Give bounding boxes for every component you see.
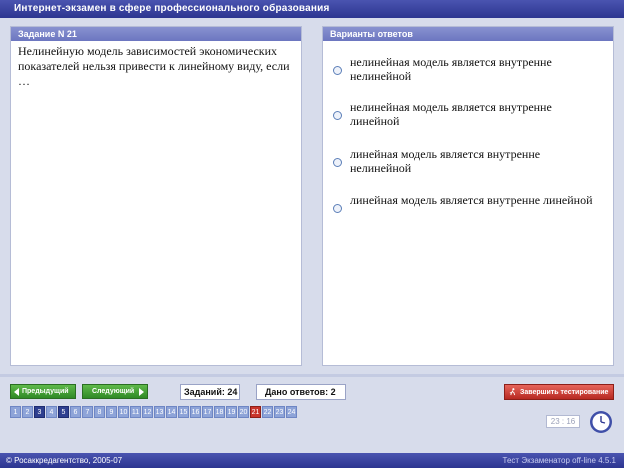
question-number-19[interactable]: 19 xyxy=(226,406,237,418)
answers-panel: Варианты ответов нелинейная модель являе… xyxy=(322,26,614,366)
next-button[interactable]: Следующий xyxy=(82,384,148,399)
finish-test-label: Завершить тестирование xyxy=(520,388,609,396)
answer-option-2[interactable]: нелинейная модель является внутренне лин… xyxy=(333,100,605,128)
finish-test-button[interactable]: Завершить тестирование xyxy=(504,384,614,400)
answer-option-label: линейная модель является внутренне нелин… xyxy=(350,147,541,175)
question-number-13[interactable]: 13 xyxy=(154,406,165,418)
question-number-15[interactable]: 15 xyxy=(178,406,189,418)
app-title: Интернет-экзамен в сфере профессионально… xyxy=(14,3,330,14)
question-number-12[interactable]: 12 xyxy=(142,406,153,418)
tasks-counter: Заданий: 24 xyxy=(180,384,240,400)
question-number-10[interactable]: 10 xyxy=(118,406,129,418)
question-number-5[interactable]: 5 xyxy=(58,406,69,418)
timer-value: 23 : 16 xyxy=(550,417,576,426)
next-button-label: Следующий xyxy=(92,388,135,395)
question-number-2[interactable]: 2 xyxy=(22,406,33,418)
question-text: Нелинейную модель зависимостей экономиче… xyxy=(18,44,290,88)
question-number-bar: 1 2 3 4 5 6 7 8 9 10 11 12 13 14 15 16 17 18 19 20 21 22 23 24 xyxy=(10,406,297,418)
radio-icon[interactable] xyxy=(333,158,342,167)
question-number-16[interactable]: 16 xyxy=(190,406,201,418)
question-number-17[interactable]: 17 xyxy=(202,406,213,418)
question-number-22[interactable]: 22 xyxy=(262,406,273,418)
tasks-counter-label: Заданий: 24 xyxy=(184,387,238,397)
question-number-21[interactable]: 21 xyxy=(250,406,261,418)
arrow-left-icon xyxy=(14,387,19,396)
radio-icon[interactable] xyxy=(333,66,342,75)
question-number-18[interactable]: 18 xyxy=(214,406,225,418)
app-title-bar: Интернет-экзамен в сфере профессионально… xyxy=(0,0,624,18)
answered-counter-label: Дано ответов: 2 xyxy=(265,387,336,397)
answer-option-1[interactable]: нелинейная модель является внутренне нел… xyxy=(333,55,605,83)
timer: 23 : 16 xyxy=(546,415,580,428)
runner-icon xyxy=(509,388,516,396)
question-number-24[interactable]: 24 xyxy=(286,406,297,418)
question-number-14[interactable]: 14 xyxy=(166,406,177,418)
answers-panel-title: Варианты ответов xyxy=(323,27,613,41)
copyright-text: © Росаккредагентство, 2005-07 xyxy=(6,456,123,465)
footer-bar: © Росаккредагентство, 2005-07 Тест Экзам… xyxy=(0,453,624,468)
previous-button[interactable]: Предыдущий xyxy=(10,384,76,399)
answer-option-4[interactable]: линейная модель является внутренне линей… xyxy=(333,193,605,213)
radio-icon[interactable] xyxy=(333,111,342,120)
question-number-7[interactable]: 7 xyxy=(82,406,93,418)
question-panel-title: Задание N 21 xyxy=(11,27,301,41)
question-number-8[interactable]: 8 xyxy=(94,406,105,418)
answered-counter: Дано ответов: 2 xyxy=(256,384,346,400)
divider xyxy=(0,374,624,377)
question-number-9[interactable]: 9 xyxy=(106,406,117,418)
clock-icon xyxy=(590,411,612,433)
question-number-20[interactable]: 20 xyxy=(238,406,249,418)
answer-option-3[interactable]: линейная модель является внутренне нелин… xyxy=(333,147,605,175)
question-number-3[interactable]: 3 xyxy=(34,406,45,418)
question-number-4[interactable]: 4 xyxy=(46,406,57,418)
answer-option-label: нелинейная модель является внутренне лин… xyxy=(350,100,552,128)
question-panel: Задание N 21 Нелинейную модель зависимос… xyxy=(10,26,302,366)
version-text: Тест Экзаменатор off-line 4.5.1 xyxy=(502,456,616,465)
question-number-11[interactable]: 11 xyxy=(130,406,141,418)
answer-option-label: нелинейная модель является внутренне нел… xyxy=(350,55,552,83)
radio-icon[interactable] xyxy=(333,204,342,213)
answer-option-label: линейная модель является внутренне линей… xyxy=(350,193,593,207)
previous-button-label: Предыдущий xyxy=(22,388,69,395)
question-number-6[interactable]: 6 xyxy=(70,406,81,418)
question-number-23[interactable]: 23 xyxy=(274,406,285,418)
question-number-1[interactable]: 1 xyxy=(10,406,21,418)
arrow-right-icon xyxy=(139,387,145,396)
